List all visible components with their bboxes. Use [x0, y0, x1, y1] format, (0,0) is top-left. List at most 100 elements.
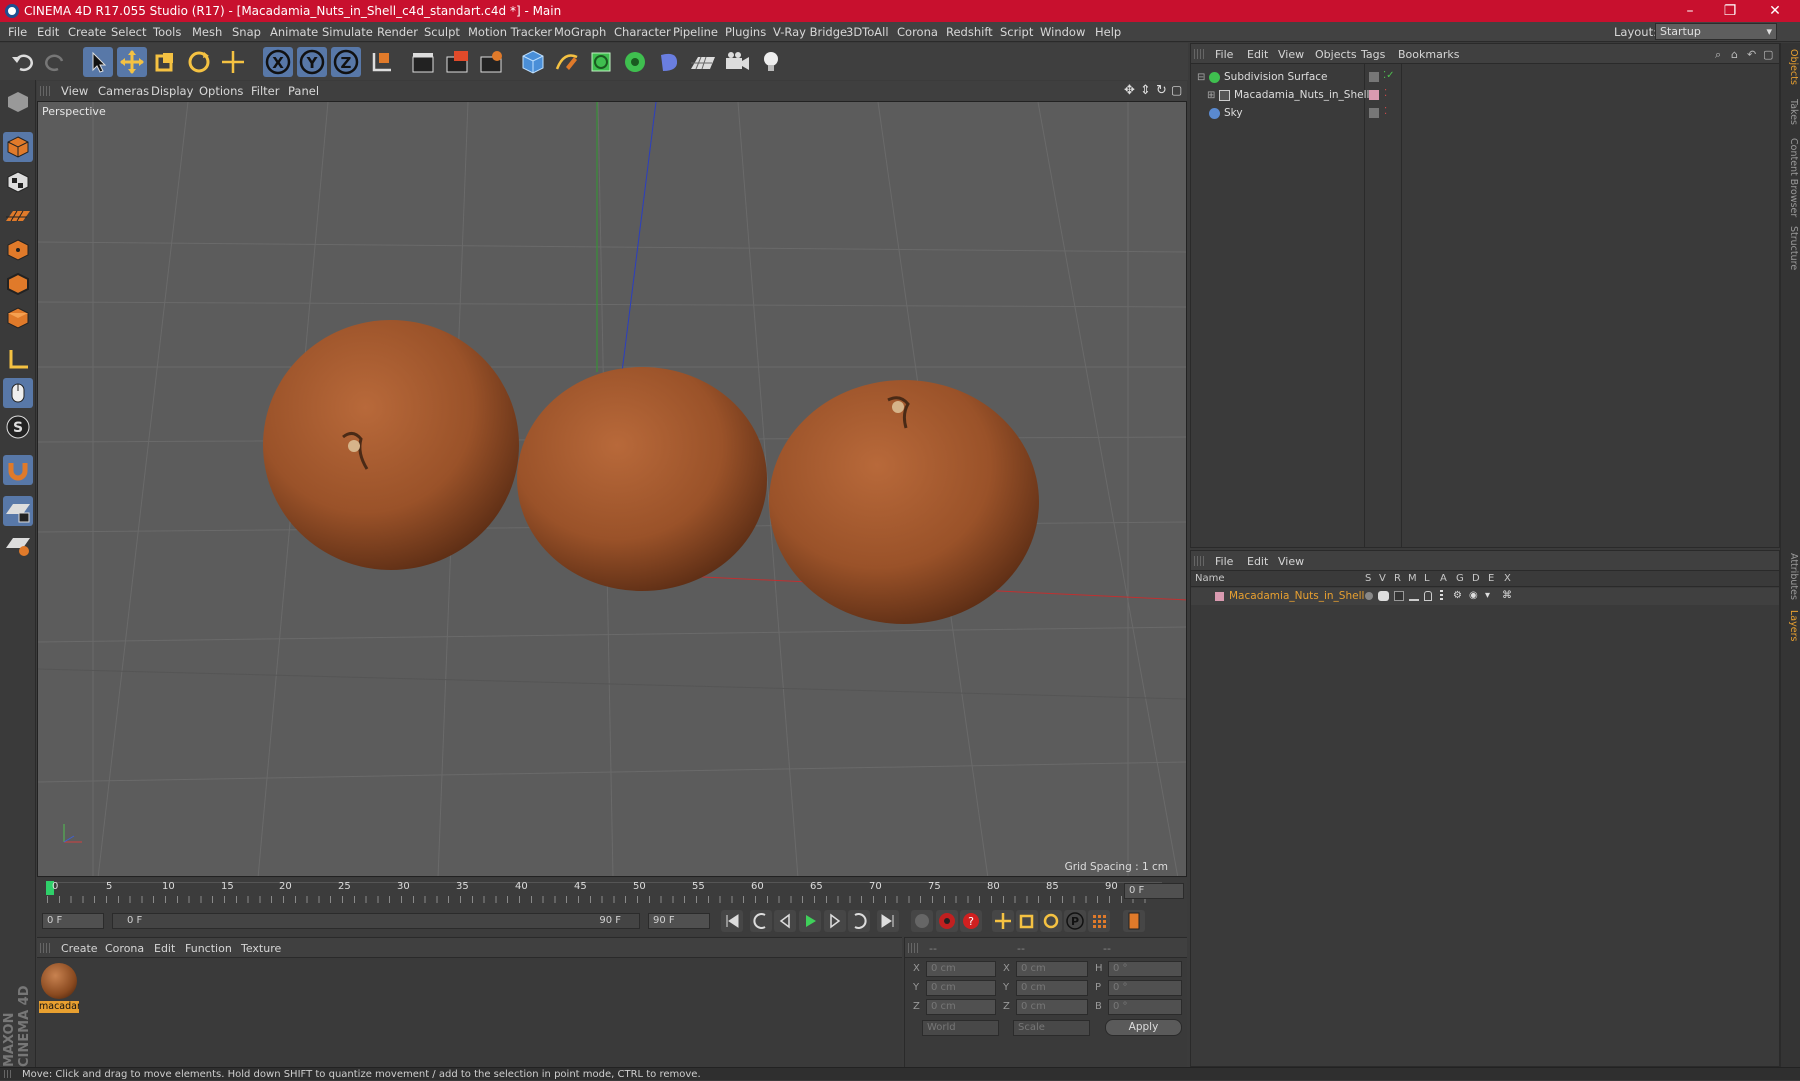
redo-button[interactable] — [40, 47, 70, 77]
col-expressions[interactable]: E — [1488, 573, 1494, 584]
polygons-mode-button[interactable] — [3, 303, 33, 333]
visibility-dots-icon[interactable]: ⁚ — [1384, 103, 1387, 120]
add-floor-button[interactable] — [688, 47, 718, 77]
model-mode-button[interactable] — [3, 132, 33, 162]
grid-snap-button[interactable] — [3, 530, 33, 560]
timeline-ruler[interactable]: 0 5 10 15 20 25 30 35 40 45 50 55 60 65 … — [37, 878, 1187, 906]
menu-help[interactable]: Help — [1095, 25, 1121, 39]
viewport-maximize-icon[interactable]: ▢ — [1171, 83, 1182, 97]
size-x-field[interactable]: 0 cm — [1016, 961, 1088, 977]
home-icon[interactable]: ⌂ — [1731, 48, 1738, 61]
minimize-button[interactable]: – — [1670, 0, 1710, 22]
tab-attributes[interactable]: Attributes — [1783, 553, 1799, 600]
key-pla-button[interactable] — [1088, 910, 1110, 932]
menu-mograph[interactable]: MoGraph — [554, 25, 606, 39]
menu-render[interactable]: Render — [377, 25, 418, 39]
x-axis-lock-button[interactable]: X — [263, 47, 293, 77]
size-z-field[interactable]: 0 cm — [1016, 999, 1088, 1015]
next-frame-button[interactable] — [824, 910, 846, 932]
object-row-sky[interactable]: Sky ⁚ — [1191, 105, 1779, 122]
back-icon[interactable]: ↶ — [1747, 48, 1756, 61]
viewport-menu-view[interactable]: View — [61, 84, 88, 98]
menu-snap[interactable]: Snap — [232, 25, 261, 39]
col-name[interactable]: Name — [1195, 573, 1225, 584]
menu-redshift[interactable]: Redshift — [946, 25, 993, 39]
eye-icon[interactable] — [1378, 591, 1389, 601]
menu-pipeline[interactable]: Pipeline — [673, 25, 718, 39]
make-editable-button[interactable] — [3, 87, 33, 117]
tab-layers[interactable]: Layers — [1783, 610, 1799, 641]
coordinate-system-button[interactable] — [366, 47, 396, 77]
key-rotation-button[interactable] — [1040, 910, 1062, 932]
tab-structure[interactable]: Structure — [1783, 226, 1799, 270]
y-axis-lock-button[interactable]: Y — [297, 47, 327, 77]
pos-x-field[interactable]: 0 cm — [926, 961, 996, 977]
collapse-toggle-icon[interactable]: ⊟ — [1197, 69, 1205, 86]
add-mograph-button[interactable] — [620, 47, 650, 77]
layer-color-swatch[interactable] — [1369, 90, 1379, 100]
render-settings-button[interactable] — [476, 47, 506, 77]
menu-file[interactable]: File — [8, 25, 27, 39]
generator-icon[interactable]: ⚙ — [1453, 591, 1462, 601]
key-scale-button[interactable] — [1016, 910, 1038, 932]
start-frame-field[interactable]: 0 F — [42, 913, 104, 929]
goto-start-button[interactable] — [721, 910, 743, 932]
viewport-menu-filter[interactable]: Filter — [251, 84, 279, 98]
rotate-tool-button[interactable] — [184, 47, 214, 77]
lock-icon[interactable] — [1424, 591, 1432, 601]
new-window-icon[interactable]: ▢ — [1763, 48, 1773, 61]
col-deformers[interactable]: D — [1472, 573, 1480, 584]
deformer-icon[interactable]: ◉ — [1469, 591, 1478, 601]
menu-script[interactable]: Script — [1000, 25, 1033, 39]
viewport-menu-panel[interactable]: Panel — [288, 84, 319, 98]
add-spline-button[interactable] — [552, 47, 582, 77]
next-key-button[interactable] — [848, 910, 870, 932]
add-camera-button[interactable] — [722, 47, 752, 77]
select-tool-button[interactable] — [83, 47, 113, 77]
axis-mode-button[interactable] — [3, 345, 33, 375]
material-menu-function[interactable]: Function — [185, 942, 232, 955]
texture-mode-button[interactable] — [3, 167, 33, 197]
scale-tool-button[interactable] — [150, 47, 180, 77]
edges-mode-button[interactable] — [3, 269, 33, 299]
timeline-window-button[interactable] — [1123, 910, 1145, 932]
menu-vray-bridge[interactable]: V-Ray Bridge — [773, 25, 847, 39]
live-select-button[interactable] — [218, 47, 248, 77]
menu-motion-tracker[interactable]: Motion Tracker — [468, 25, 552, 39]
layer-menu-edit[interactable]: Edit — [1247, 555, 1268, 568]
autokey-button[interactable]: ? — [960, 910, 982, 932]
menu-create[interactable]: Create — [68, 25, 106, 39]
panel-grip-icon[interactable] — [1194, 49, 1204, 59]
obj-menu-edit[interactable]: Edit — [1247, 48, 1268, 61]
viewport-menu-display[interactable]: Display — [151, 84, 193, 98]
move-tool-button[interactable] — [117, 47, 147, 77]
layer-tag-icon[interactable] — [1369, 108, 1379, 118]
layer-tag-icon[interactable] — [1369, 72, 1379, 82]
layer-menu-file[interactable]: File — [1215, 555, 1233, 568]
obj-menu-file[interactable]: File — [1215, 48, 1233, 61]
pos-z-field[interactable]: 0 cm — [926, 999, 996, 1015]
layer-row[interactable]: Macadamia_Nuts_in_Shell ⚙ ◉ ▾ ⌘ — [1191, 588, 1779, 605]
menu-character[interactable]: Character — [614, 25, 671, 39]
material-menu-corona[interactable]: Corona — [105, 942, 144, 955]
tweak-mode-button[interactable] — [3, 378, 33, 408]
col-locked[interactable]: L — [1424, 573, 1430, 584]
panel-grip-icon[interactable] — [908, 943, 918, 953]
rot-b-field[interactable]: 0 ° — [1108, 999, 1182, 1015]
menu-select[interactable]: Select — [111, 25, 146, 39]
maximize-button[interactable]: ❐ — [1710, 0, 1750, 22]
key-parameter-button[interactable]: P — [1064, 910, 1086, 932]
menu-edit[interactable]: Edit — [37, 25, 59, 39]
menu-plugins[interactable]: Plugins — [725, 25, 766, 39]
object-row-macadamia[interactable]: ⊞ Macadamia_Nuts_in_Shell ⁚ — [1191, 87, 1779, 104]
material-menu-edit[interactable]: Edit — [154, 942, 175, 955]
menu-corona[interactable]: Corona — [897, 25, 938, 39]
visibility-dots-icon[interactable]: ⁚ — [1384, 85, 1387, 102]
col-xref[interactable]: X — [1504, 573, 1511, 584]
col-solo[interactable]: S — [1365, 573, 1371, 584]
manager-icon[interactable] — [1409, 591, 1419, 601]
solo-button[interactable]: S — [3, 412, 33, 442]
menu-animate[interactable]: Animate — [270, 25, 318, 39]
add-light-button[interactable] — [756, 47, 786, 77]
object-row-subdivision[interactable]: ⊟ Subdivision Surface ⁚✓ — [1191, 69, 1779, 86]
